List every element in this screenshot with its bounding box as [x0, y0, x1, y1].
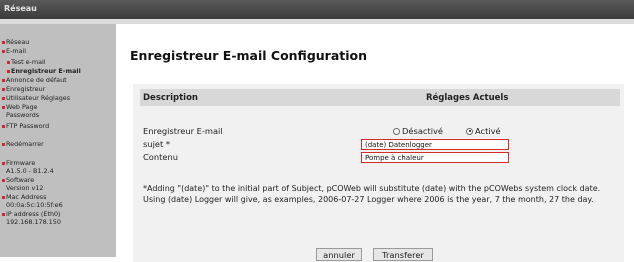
- sidebar: Réseau E-mail Test e-mail Enregistreur E…: [0, 24, 116, 257]
- sidebar-item-reseau[interactable]: Réseau: [2, 38, 29, 47]
- bullet-icon: [2, 50, 5, 53]
- bullet-icon: [2, 143, 5, 146]
- description-header: Description: [143, 93, 198, 103]
- sidebar-item-mac-address: Mac Address 00:0a:5c:10:5f:e6: [2, 193, 63, 209]
- sidebar-item-alarm-notice[interactable]: Annonce de défaut: [2, 76, 67, 85]
- date-note: *Adding "(date)" to the initial part of …: [143, 184, 601, 204]
- subject-input[interactable]: (date) Datenlogger: [361, 139, 509, 150]
- sidebar-item-software: Software Version v12: [2, 176, 43, 192]
- bullet-icon: [7, 70, 10, 73]
- bullet-icon: [2, 213, 5, 216]
- sidebar-item-user-settings[interactable]: Utilisateur Réglages: [2, 94, 70, 103]
- content-label: Contenu: [143, 152, 179, 162]
- bullet-icon: [2, 179, 5, 182]
- window-title: Réseau: [4, 4, 37, 13]
- subject-label: sujet *: [143, 139, 171, 149]
- config-panel: Description Réglages Actuels Enregistreu…: [133, 84, 624, 262]
- bullet-icon: [2, 125, 5, 128]
- radio-disabled-label: Désactivé: [402, 126, 444, 136]
- bullet-icon: [7, 61, 10, 64]
- radio-disabled[interactable]: Désactivé: [393, 126, 443, 136]
- main-content: Enregistreur E-mail Configuration Descri…: [116, 24, 634, 262]
- content-input[interactable]: Pompe à chaleur: [361, 152, 509, 163]
- email-logger-label: Enregistreur E-mail: [143, 126, 223, 136]
- radio-enabled[interactable]: Activé: [466, 126, 501, 136]
- sidebar-item-email-logger[interactable]: Enregistreur E-mail: [7, 67, 81, 76]
- submit-button[interactable]: Transferer: [373, 248, 433, 261]
- sidebar-item-email[interactable]: E-mail: [2, 47, 26, 56]
- sidebar-item-restart[interactable]: Redémarrer: [2, 140, 44, 149]
- cancel-button[interactable]: annuler: [316, 248, 362, 261]
- page-title: Enregistreur E-mail Configuration: [130, 48, 368, 63]
- bullet-icon: [2, 88, 5, 91]
- sidebar-item-test-email[interactable]: Test e-mail: [7, 58, 46, 67]
- bullet-icon: [2, 162, 5, 165]
- bullet-icon: [2, 41, 5, 44]
- radio-disabled-icon[interactable]: [393, 127, 400, 135]
- sidebar-item-ip-address: IP address (Eth0) 192.168.178.150: [2, 210, 61, 226]
- bullet-icon: [2, 196, 5, 199]
- title-bar: Réseau: [0, 0, 634, 19]
- sidebar-item-ftp-password[interactable]: FTP Password: [2, 122, 49, 131]
- table-header: Description Réglages Actuels: [140, 89, 620, 106]
- sidebar-item-firmware: Firmware A1.5.0 - B1.2.4: [2, 159, 54, 175]
- radio-enabled-label: Activé: [475, 126, 501, 136]
- bullet-icon: [2, 79, 5, 82]
- bullet-icon: [2, 97, 5, 100]
- current-settings-header: Réglages Actuels: [426, 93, 509, 103]
- bullet-icon: [2, 106, 5, 109]
- radio-enabled-icon[interactable]: [466, 127, 473, 135]
- sidebar-item-web-page-passwords[interactable]: Web Page Passwords: [2, 103, 39, 119]
- sidebar-item-logger[interactable]: Enregistreur: [2, 85, 45, 94]
